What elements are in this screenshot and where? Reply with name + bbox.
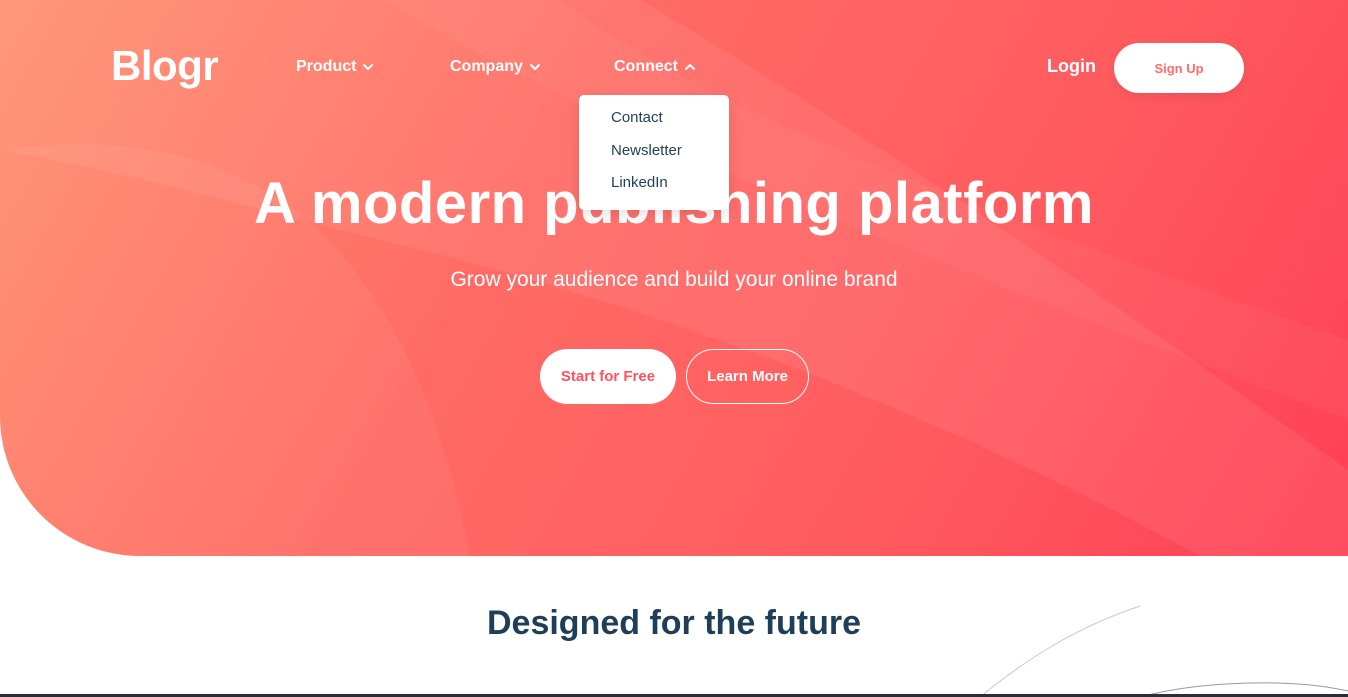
login-link[interactable]: Login [1047, 56, 1096, 77]
hero-section: Blogr Product Company Connect Login Sign… [0, 0, 1348, 556]
nav-connect[interactable]: Connect [614, 56, 696, 78]
nav-product-label: Product [296, 58, 357, 75]
dropdown-item-linkedin[interactable]: LinkedIn [579, 173, 729, 206]
chevron-down-icon [529, 64, 540, 70]
nav-connect-label: Connect [614, 58, 678, 75]
nav-company[interactable]: Company [450, 56, 541, 78]
blogr-logo[interactable]: Blogr [111, 42, 219, 90]
hero-subtitle: Grow your audience and build your online… [450, 268, 898, 291]
nav-product[interactable]: Product [296, 56, 374, 78]
learn-more-button[interactable]: Learn More [686, 349, 809, 404]
nav-company-label: Company [450, 58, 523, 75]
sign-up-button[interactable]: Sign Up [1114, 43, 1244, 93]
chevron-down-icon [363, 64, 374, 70]
chevron-up-icon [685, 64, 695, 70]
connect-dropdown-menu: Contact Newsletter LinkedIn [579, 95, 729, 210]
start-for-free-button[interactable]: Start for Free [540, 349, 676, 404]
dropdown-item-contact[interactable]: Contact [579, 108, 729, 141]
dropdown-item-newsletter[interactable]: Newsletter [579, 141, 729, 174]
features-section-title: Designed for the future [486, 604, 862, 642]
